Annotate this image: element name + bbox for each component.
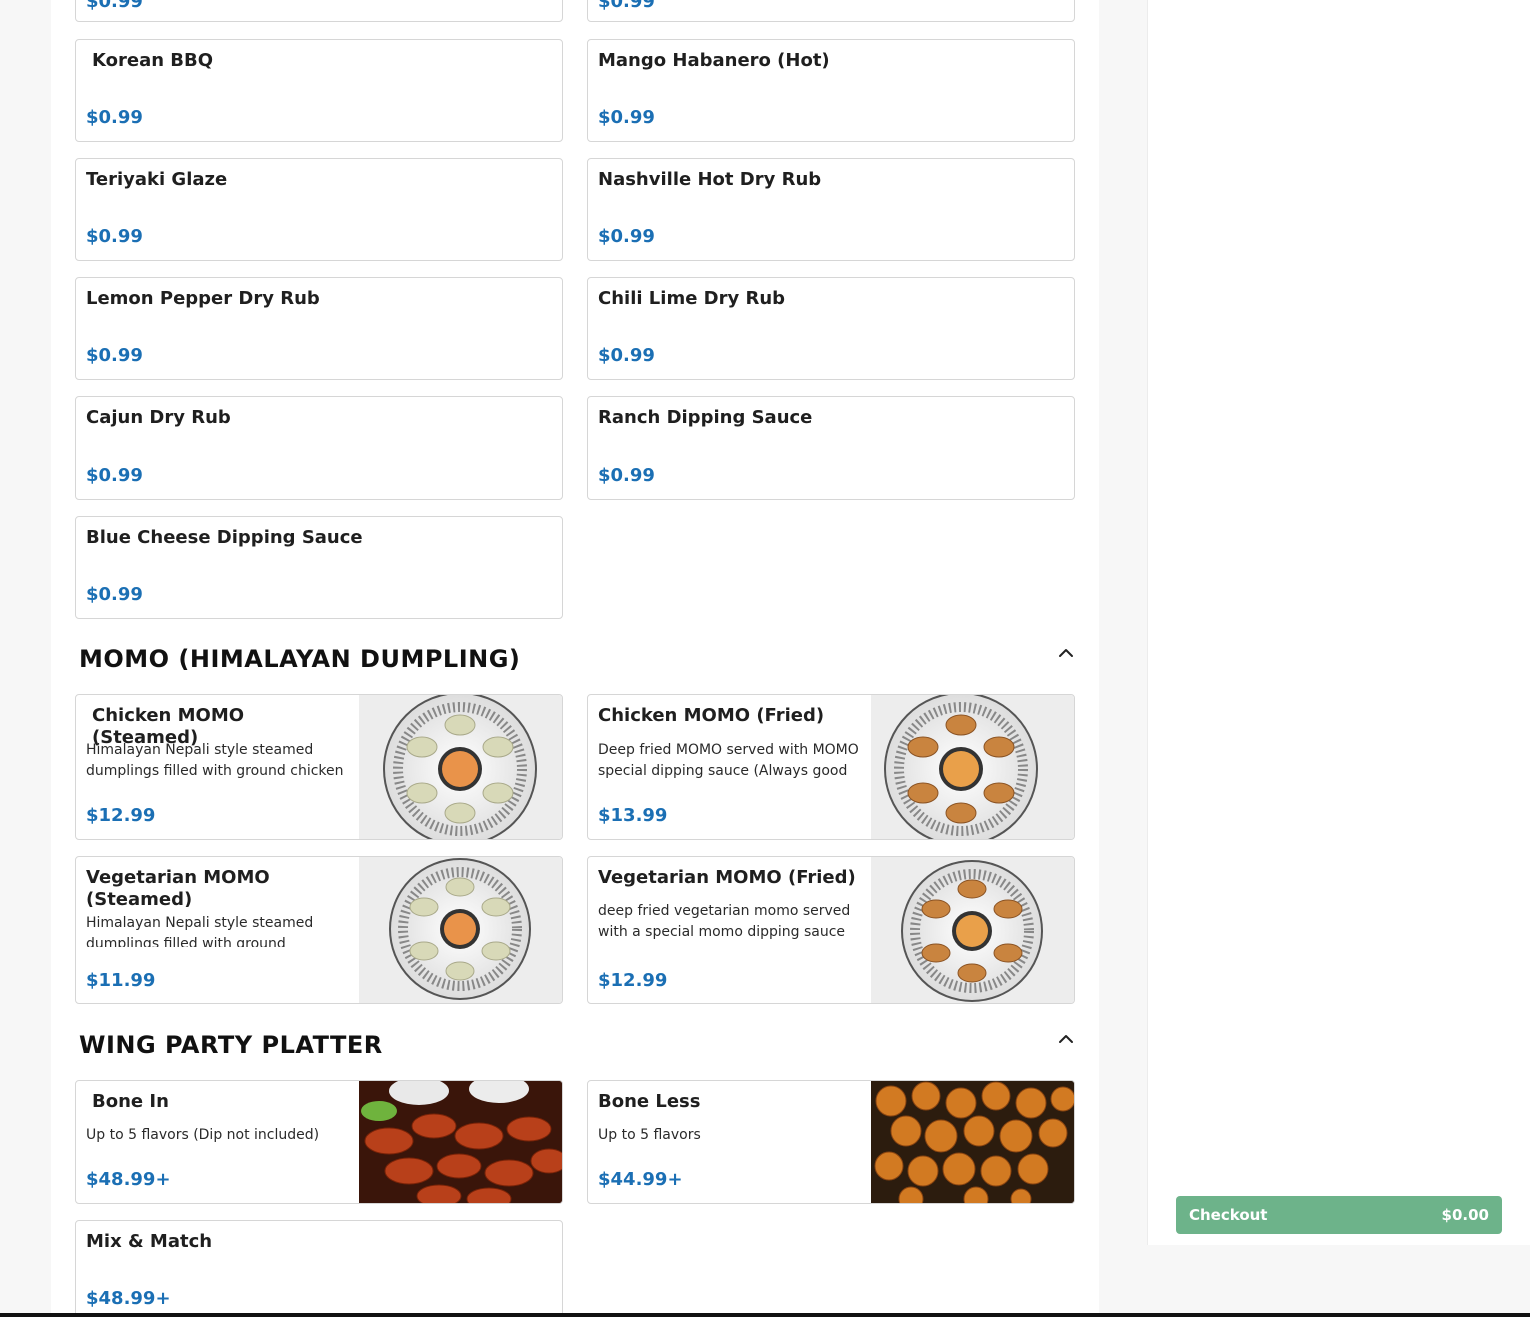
item-name: Korean BBQ — [92, 50, 214, 71]
collapse-section-button[interactable] — [1055, 1028, 1077, 1050]
item-name: Chili Lime Dry Rub — [598, 288, 786, 309]
item-name: Lemon Pepper Dry Rub — [86, 288, 320, 309]
chevron-up-icon — [1059, 649, 1073, 657]
item-name: Mix & Match — [86, 1231, 213, 1252]
item-price: $12.99 — [86, 805, 156, 826]
item-description: Up to 5 flavors — [598, 1127, 701, 1143]
item-image — [359, 857, 562, 1003]
item-price: $44.99+ — [598, 1169, 683, 1190]
item-description: Himalayan Nepali style steamed dumplings… — [86, 742, 344, 779]
menu-item-card[interactable]: Bone Less Up to 5 flavors $44.99+ — [587, 1080, 1075, 1204]
item-price: $0.99 — [86, 226, 143, 247]
menu-item-card[interactable]: Mango Habanero (Hot) $0.99 — [587, 39, 1075, 142]
menu-item-card[interactable]: Vegetarian MOMO (Steamed) Himalayan Nepa… — [75, 856, 563, 1004]
item-price: $0.99 — [598, 0, 655, 12]
menu-item-card[interactable]: Ranch Dipping Sauce $0.99 — [587, 396, 1075, 500]
item-name: Ranch Dipping Sauce — [598, 407, 813, 428]
item-price: $48.99+ — [86, 1169, 171, 1190]
item-image — [871, 857, 1074, 1003]
item-price: $12.99 — [598, 970, 668, 991]
item-image — [871, 1081, 1074, 1203]
menu-item-card[interactable]: Cajun Dry Rub $0.99 — [75, 396, 563, 500]
item-price: $0.99 — [598, 345, 655, 366]
item-name: Bone In — [92, 1091, 169, 1112]
cart-total: $0.00 — [1441, 1206, 1489, 1224]
item-price: $0.99 — [86, 345, 143, 366]
menu-item-card[interactable]: Chicken MOMO (Steamed) Himalayan Nepali … — [75, 694, 563, 840]
cart-panel — [1147, 0, 1530, 1245]
item-name: Vegetarian MOMO (Steamed) — [86, 867, 270, 907]
menu-item-card[interactable]: $0.99 — [75, 0, 563, 22]
item-image — [871, 695, 1074, 839]
item-description: Up to 5 flavors (Dip not included) — [86, 1127, 320, 1143]
item-name: Cajun Dry Rub — [86, 407, 231, 428]
menu-item-card[interactable]: Vegetarian MOMO (Fried) deep fried veget… — [587, 856, 1075, 1004]
item-name: Bone Less — [598, 1091, 701, 1112]
item-name: Vegetarian MOMO (Fried) — [598, 867, 856, 888]
item-price: $0.99 — [86, 107, 143, 128]
item-price: $0.99 — [598, 465, 655, 486]
menu-item-card[interactable]: Mix & Match $48.99+ — [75, 1220, 563, 1313]
item-price: $0.99 — [86, 584, 143, 605]
item-name: Nashville Hot Dry Rub — [598, 169, 822, 190]
collapse-section-button[interactable] — [1055, 642, 1077, 664]
menu-item-card[interactable]: Chili Lime Dry Rub $0.99 — [587, 277, 1075, 380]
item-price: $11.99 — [86, 970, 156, 991]
checkout-label: Checkout — [1189, 1206, 1268, 1224]
item-price: $0.99 — [86, 0, 143, 12]
item-price: $0.99 — [86, 465, 143, 486]
item-name: Blue Cheese Dipping Sauce — [86, 527, 363, 548]
menu-item-card[interactable]: Teriyaki Glaze $0.99 — [75, 158, 563, 261]
menu-column: $0.99 $0.99 Korean BBQ $0.99 Mango Haban… — [51, 0, 1099, 1313]
item-name: Mango Habanero (Hot) — [598, 50, 830, 71]
checkout-button[interactable]: Checkout $0.00 — [1176, 1196, 1502, 1234]
section-title-momo: MOMO (HIMALAYAN DUMPLING) — [79, 645, 521, 673]
menu-item-card[interactable]: Blue Cheese Dipping Sauce $0.99 — [75, 516, 563, 619]
menu-item-card[interactable]: Lemon Pepper Dry Rub $0.99 — [75, 277, 563, 380]
item-description: deep fried vegetarian momo served with a… — [598, 903, 851, 940]
item-name: Teriyaki Glaze — [86, 169, 228, 190]
bottom-divider — [0, 1313, 1530, 1317]
item-description: Deep fried MOMO served with MOMO special… — [598, 742, 859, 779]
chevron-up-icon — [1059, 1035, 1073, 1043]
item-price: $0.99 — [598, 107, 655, 128]
section-title-platter: WING PARTY PLATTER — [79, 1031, 383, 1059]
item-price: $13.99 — [598, 805, 668, 826]
menu-item-card[interactable]: Korean BBQ $0.99 — [75, 39, 563, 142]
menu-item-card[interactable]: $0.99 — [587, 0, 1075, 22]
item-price: $0.99 — [598, 226, 655, 247]
item-price: $48.99+ — [86, 1288, 171, 1309]
menu-item-card[interactable]: Nashville Hot Dry Rub $0.99 — [587, 158, 1075, 261]
menu-item-card[interactable]: Bone In Up to 5 flavors (Dip not include… — [75, 1080, 563, 1204]
menu-item-card[interactable]: Chicken MOMO (Fried) Deep fried MOMO ser… — [587, 694, 1075, 840]
item-name: Chicken MOMO (Fried) — [598, 705, 825, 726]
item-description: Himalayan Nepali style steamed dumplings… — [86, 915, 314, 947]
item-image — [359, 695, 562, 839]
item-image — [359, 1081, 562, 1203]
